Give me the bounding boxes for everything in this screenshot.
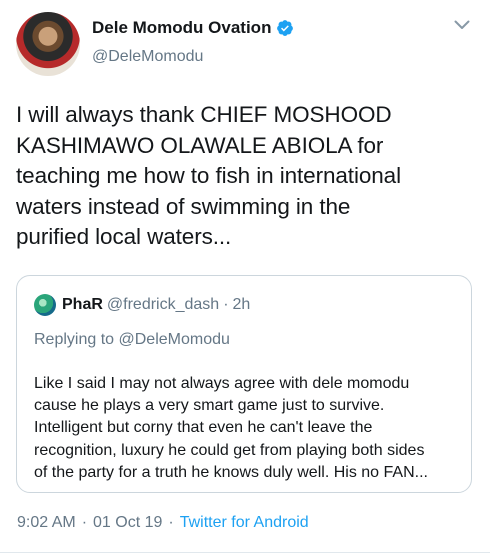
dot-separator: · — [168, 514, 174, 531]
dot-separator: · — [81, 514, 88, 531]
verified-badge-icon — [277, 20, 294, 36]
dot-separator: · — [223, 296, 229, 313]
tweet-text-line: KASHIMAWO OLAWALE ABIOLA for — [16, 132, 384, 158]
tweet-meta: 9:02 AM · 01 Oct 19 · Twitter for Androi… — [17, 514, 309, 532]
quoted-timestamp[interactable]: 2h — [233, 296, 251, 314]
quoted-tweet[interactable]: PhaR @fredrick_dash · 2h Replying to @De… — [16, 275, 472, 493]
quoted-text-line: cause he plays a very smart game just to… — [34, 397, 385, 415]
replying-to[interactable]: Replying to @DeleMomodu — [34, 331, 230, 349]
tweet-text-line: I will always thank CHIEF MOSHOOD — [16, 102, 392, 127]
quoted-text-line: of the party for a truth he knows duly w… — [34, 463, 428, 481]
quoted-text-line: Intelligent but corny that even he can't… — [34, 419, 373, 437]
quoted-author-avatar[interactable] — [34, 294, 56, 316]
author-name-row: Dele Momodu Ovation — [92, 17, 294, 39]
tweet-text-line: teaching me how to fish in international — [16, 163, 401, 188]
divider — [0, 552, 490, 553]
quoted-text-line: Like I said I may not always agree with … — [34, 375, 410, 392]
author-handle[interactable]: @DeleMomodu — [92, 48, 294, 66]
tweet-text: I will always thank CHIEF MOSHOOD KASHIM… — [16, 100, 476, 253]
author-name[interactable]: Dele Momodu Ovation — [92, 18, 271, 38]
author-avatar[interactable] — [16, 12, 80, 76]
quoted-tweet-text: Like I said I may not always agree with … — [34, 373, 460, 484]
author-block: Dele Momodu Ovation @DeleMomodu — [92, 17, 294, 66]
tweet-source-link[interactable]: Twitter for Android — [180, 514, 309, 532]
quoted-author-handle[interactable]: @fredrick_dash — [107, 296, 219, 314]
tweet-time[interactable]: 9:02 AM — [17, 514, 76, 532]
quoted-text-line: recognition, luxury he could get from pl… — [34, 441, 425, 459]
tweet-text-line: purified local waters... — [16, 224, 232, 249]
quoted-tweet-header: PhaR @fredrick_dash · 2h — [34, 293, 250, 317]
tweet-text-line: waters instead of swimming in the — [16, 193, 351, 219]
quoted-author-name[interactable]: PhaR — [62, 296, 103, 314]
chevron-down-icon[interactable] — [454, 20, 470, 30]
tweet-date[interactable]: 01 Oct 19 — [93, 514, 162, 532]
